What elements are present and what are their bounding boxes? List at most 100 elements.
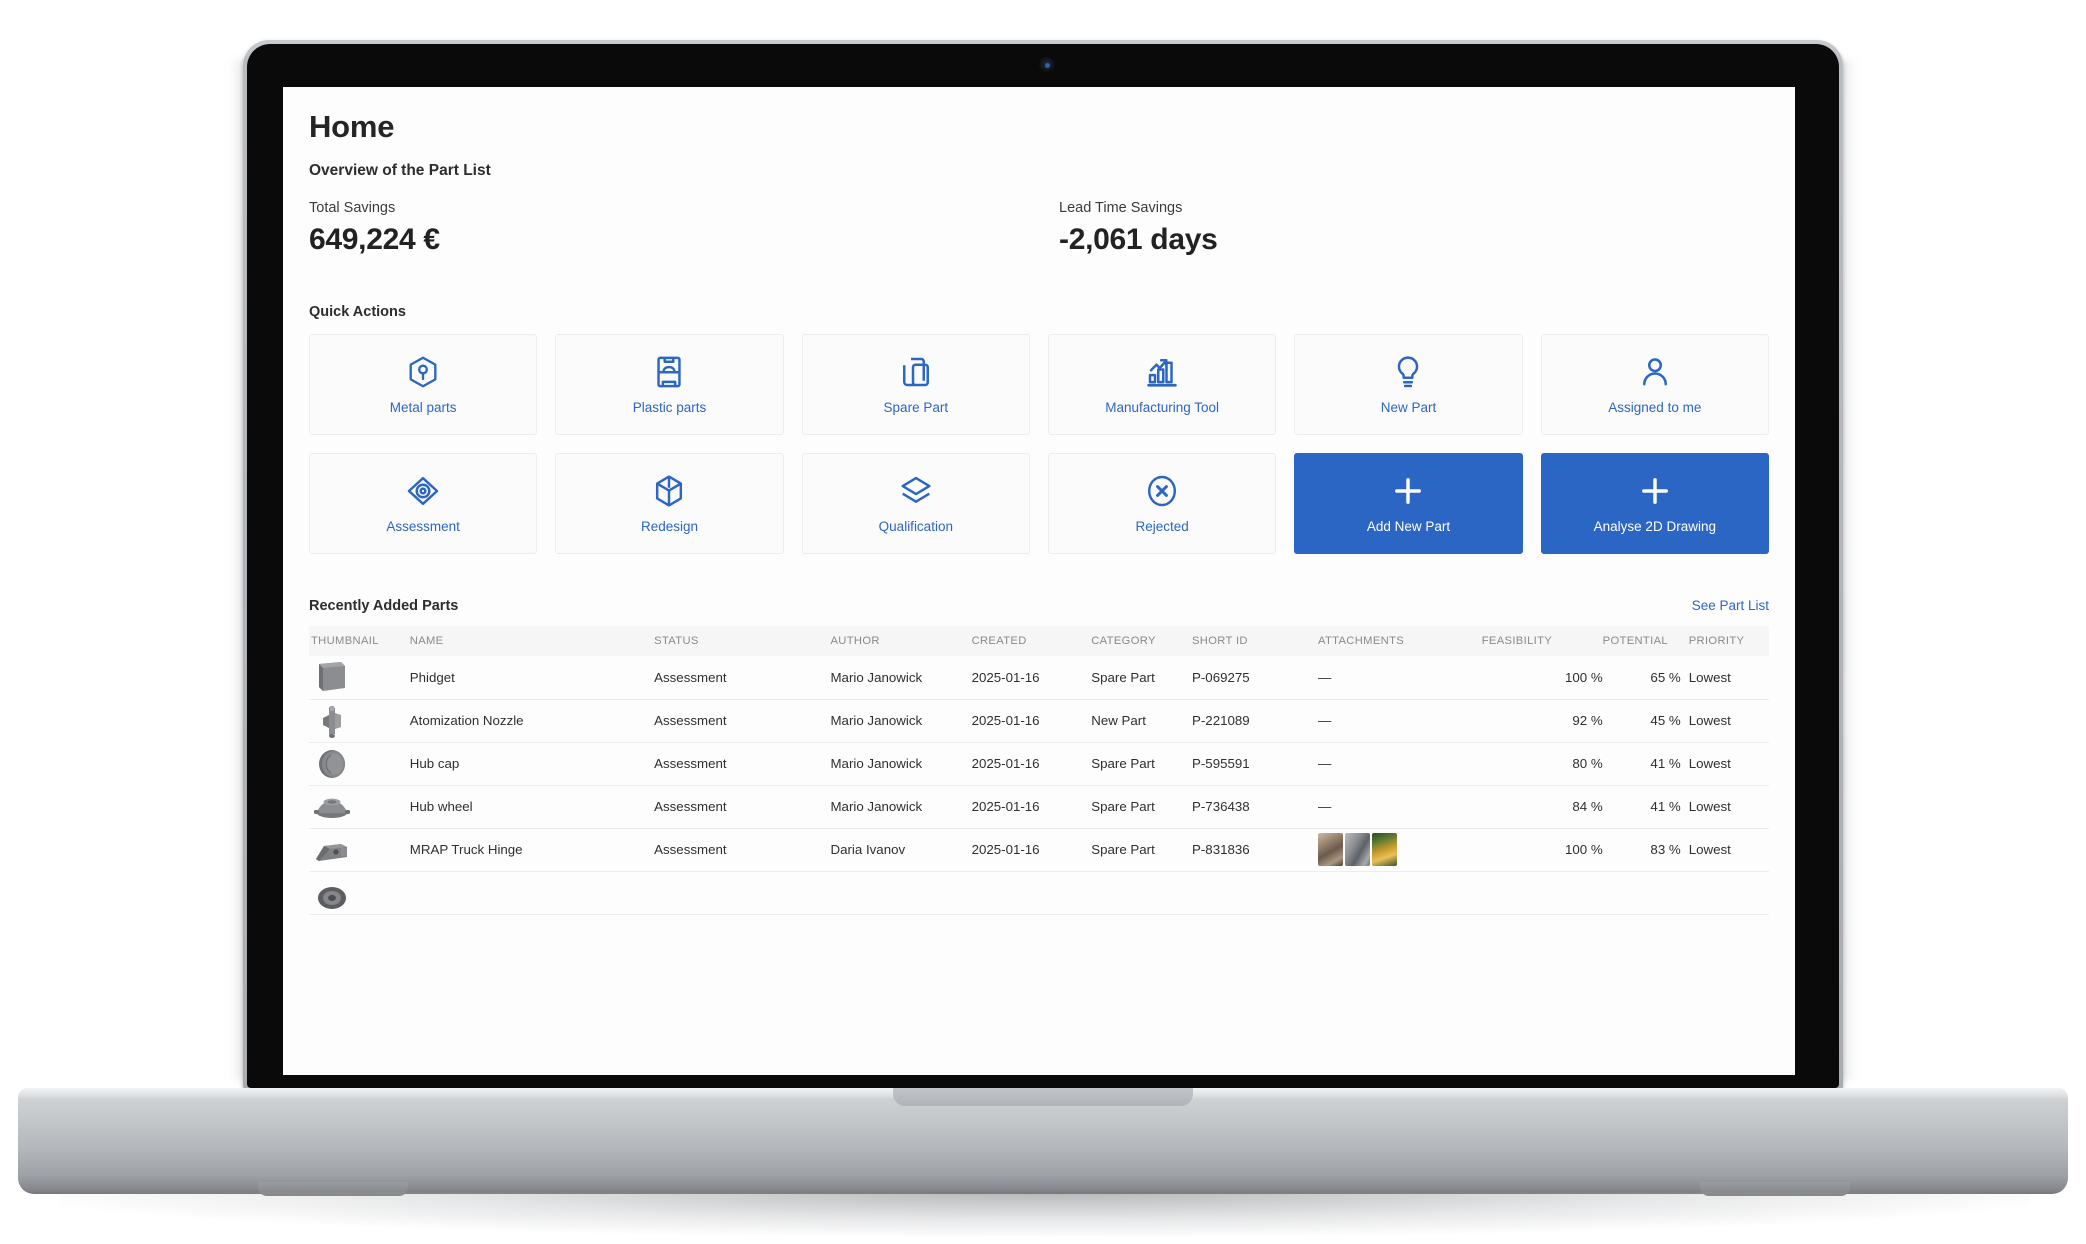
part-name: Atomization Nozzle — [409, 699, 655, 743]
part-author: Mario Janowick — [830, 742, 972, 786]
table-row[interactable]: MRAP Truck Hinge Assessment Daria Ivanov… — [309, 828, 1769, 872]
quick-action-metal-parts[interactable]: Metal parts — [309, 334, 538, 435]
part-author: Mario Janowick — [830, 699, 972, 743]
hub-cap-part-icon — [311, 747, 357, 781]
part-attachments: — — [1317, 785, 1482, 829]
col-status: STATUS — [654, 626, 831, 656]
table-header: THUMBNAIL NAME STATUS AUTHOR CREATED CAT… — [309, 626, 1769, 656]
part-feasibility — [1481, 871, 1603, 915]
attachment-thumbnail[interactable] — [1371, 833, 1397, 866]
quick-action-label: Rejected — [1135, 519, 1189, 534]
target-eye-icon — [407, 473, 439, 509]
part-author: Mario Janowick — [830, 785, 972, 829]
partial-part-icon — [311, 876, 357, 910]
flat-panel-part-icon — [311, 660, 357, 694]
part-thumbnail-cell — [309, 785, 410, 829]
part-priority: Lowest — [1680, 699, 1769, 743]
part-created: 2025-01-16 — [971, 656, 1092, 700]
kpi-row: Total Savings 649,224 € Lead Time Saving… — [309, 200, 1769, 257]
kpi-lead-time-savings: Lead Time Savings -2,061 days — [1059, 200, 1218, 257]
part-priority: Lowest — [1680, 828, 1769, 872]
quick-action-label: Qualification — [878, 519, 953, 534]
quick-action-label: Redesign — [640, 519, 699, 534]
col-short-id: SHORT ID — [1192, 626, 1318, 656]
quick-actions-row-1: Metal parts Plastic parts Spare Part Man… — [309, 334, 1769, 435]
part-name: Hub wheel — [409, 785, 655, 829]
layers-stack-icon — [900, 473, 932, 509]
part-feasibility: 100 % — [1481, 656, 1603, 700]
table-body: Phidget Assessment Mario Janowick 2025-0… — [309, 656, 1769, 915]
table-row[interactable]: Hub cap Assessment Mario Janowick 2025-0… — [309, 742, 1769, 786]
part-short-id: P-221089 — [1192, 699, 1318, 743]
kpi-value: -2,061 days — [1059, 223, 1218, 256]
quick-action-analyse-2d-drawing[interactable]: Analyse 2D Drawing — [1540, 453, 1769, 554]
recent-parts-title: Recently Added Parts — [309, 598, 459, 614]
part-created: 2025-01-16 — [971, 742, 1092, 786]
table-row[interactable]: Atomization Nozzle Assessment Mario Jano… — [309, 699, 1769, 743]
quick-action-plastic-parts[interactable]: Plastic parts — [555, 334, 784, 435]
part-attachments[interactable] — [1317, 828, 1482, 872]
attachment-thumbnails[interactable] — [1317, 833, 1482, 866]
part-created — [971, 871, 1092, 915]
part-status: Assessment — [654, 699, 831, 743]
quick-action-manufacturing-tool[interactable]: Manufacturing Tool — [1047, 334, 1277, 435]
recent-parts-table: THUMBNAIL NAME STATUS AUTHOR CREATED CAT… — [309, 626, 1769, 915]
part-attachments — [1317, 871, 1482, 915]
part-thumbnail-cell — [309, 871, 410, 915]
part-short-id: P-831836 — [1192, 828, 1318, 872]
quick-action-label: Plastic parts — [632, 400, 707, 415]
part-potential — [1602, 871, 1681, 915]
quick-actions-label: Quick Actions — [309, 304, 406, 320]
quick-action-label: Assessment — [386, 519, 460, 534]
quick-action-assessment[interactable]: Assessment — [309, 453, 538, 554]
attachment-thumbnail[interactable] — [1344, 833, 1370, 866]
part-category — [1091, 871, 1192, 915]
quick-action-new-part[interactable]: New Part — [1294, 334, 1523, 435]
part-status: Assessment — [654, 656, 831, 700]
truck-hinge-part-icon — [311, 833, 357, 867]
table-row-partial[interactable] — [309, 871, 1769, 915]
part-short-id: P-736438 — [1192, 785, 1318, 829]
col-name: NAME — [409, 626, 655, 656]
col-author: AUTHOR — [830, 626, 972, 656]
plus-icon — [1392, 473, 1424, 509]
part-name: Phidget — [409, 656, 655, 700]
part-feasibility: 80 % — [1481, 742, 1603, 786]
table-row[interactable]: Hub wheel Assessment Mario Janowick 2025… — [309, 785, 1769, 829]
kpi-label: Total Savings — [309, 200, 396, 216]
table-header-row: THUMBNAIL NAME STATUS AUTHOR CREATED CAT… — [309, 626, 1769, 656]
part-potential: 41 % — [1602, 785, 1681, 829]
part-status: Assessment — [654, 828, 831, 872]
part-name — [409, 871, 655, 915]
quick-action-assigned-to-me[interactable]: Assigned to me — [1540, 334, 1769, 435]
person-icon — [1641, 354, 1669, 390]
page-content: Home Overview of the Part List Total Sav… — [283, 87, 1795, 915]
part-created: 2025-01-16 — [971, 699, 1092, 743]
kpi-value: 649,224 € — [309, 223, 440, 256]
nozzle-part-icon — [311, 704, 357, 738]
quick-action-add-new-part[interactable]: Add New Part — [1294, 453, 1523, 554]
col-category: CATEGORY — [1091, 626, 1192, 656]
quick-actions-row-2: Assessment Redesign Qualification Reject… — [309, 453, 1769, 554]
kpi-total-savings: Total Savings 649,224 € — [309, 200, 1059, 257]
plastic-mold-icon — [656, 354, 682, 390]
quick-action-spare-part[interactable]: Spare Part — [801, 334, 1030, 435]
quick-action-rejected[interactable]: Rejected — [1047, 453, 1277, 554]
col-created: CREATED — [971, 626, 1092, 656]
table-row[interactable]: Phidget Assessment Mario Janowick 2025-0… — [309, 656, 1769, 700]
see-part-list-link[interactable]: See Part List — [1692, 598, 1769, 613]
col-attachments: ATTACHMENTS — [1317, 626, 1482, 656]
part-author: Mario Janowick — [830, 656, 972, 700]
metal-part-hexagon-icon — [408, 354, 438, 390]
attachment-thumbnail[interactable] — [1317, 833, 1343, 866]
part-thumbnail-cell — [309, 656, 410, 700]
hub-wheel-part-icon — [311, 790, 357, 824]
quick-action-label: Assigned to me — [1608, 400, 1702, 415]
page-title: Home — [309, 109, 395, 144]
quick-action-qualification[interactable]: Qualification — [801, 453, 1030, 554]
part-attachments: — — [1317, 742, 1482, 786]
part-author: Daria Ivanov — [830, 828, 972, 872]
webcam-indicator-icon — [1045, 63, 1050, 68]
quick-action-redesign[interactable]: Redesign — [555, 453, 784, 554]
part-category: Spare Part — [1091, 742, 1192, 786]
